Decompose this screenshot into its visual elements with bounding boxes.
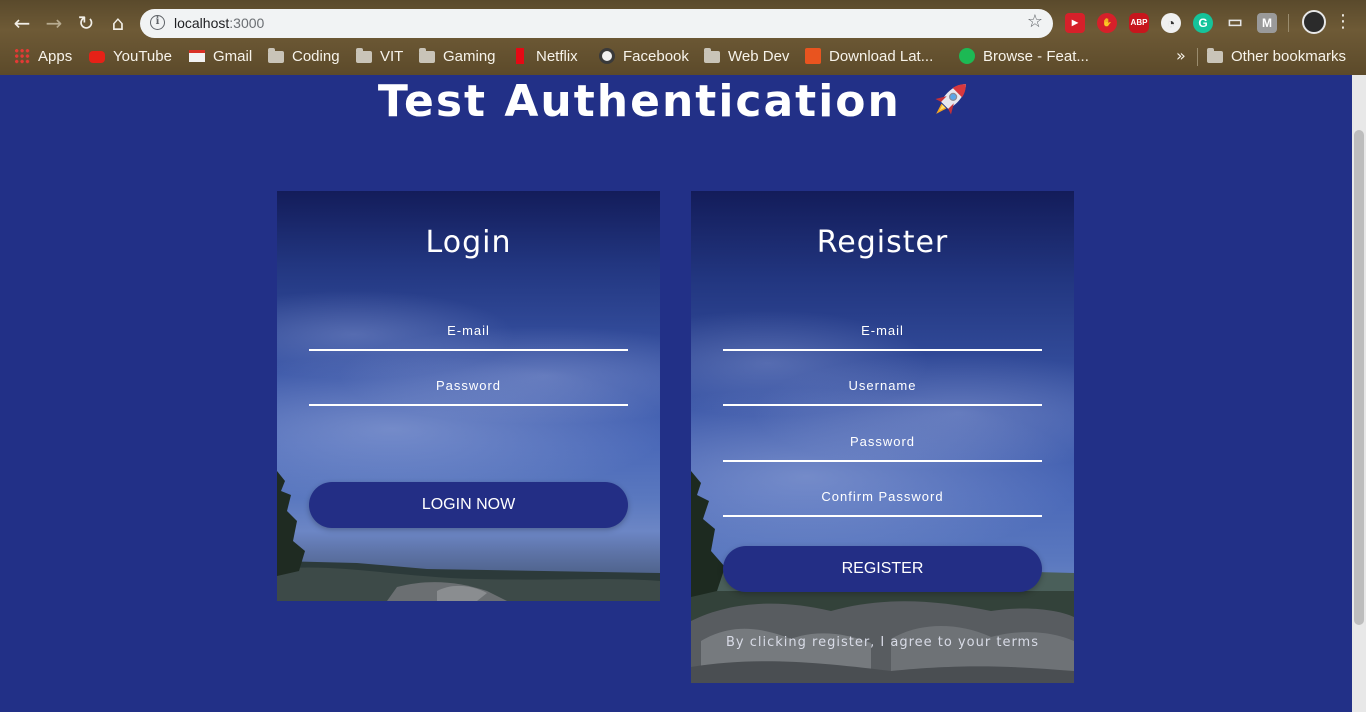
bookmark-label: Browse - Feat... <box>983 47 1089 65</box>
folder-icon <box>356 48 372 63</box>
login-password-field[interactable] <box>309 366 628 406</box>
adblock-stop-extension-icon[interactable]: ✋ <box>1097 13 1117 33</box>
bookmark-netflix[interactable]: Netflix <box>513 45 578 67</box>
bookmark-label: Coding <box>292 47 340 65</box>
register-password-input[interactable] <box>723 422 1042 460</box>
register-terms-text: By clicking register, I agree to your te… <box>726 635 1039 650</box>
spotify-icon <box>959 48 975 64</box>
address-bar[interactable]: i localhost:3000 ☆ <box>140 9 1053 38</box>
cast-extension-icon[interactable]: ▭ <box>1225 13 1245 33</box>
grammarly-extension-icon[interactable]: G <box>1193 13 1213 33</box>
bookmark-label: VIT <box>380 47 404 65</box>
youtube-icon <box>89 50 105 63</box>
reload-button[interactable]: ↻ <box>72 9 100 37</box>
register-title: Register <box>816 225 949 260</box>
folder-icon <box>1207 48 1223 63</box>
home-button[interactable]: ⌂ <box>104 9 132 37</box>
login-now-button[interactable]: LOGIN NOW <box>309 482 628 528</box>
back-button[interactable]: ← <box>8 9 36 37</box>
address-host: localhost <box>174 15 230 31</box>
browser-toolbar: ← → ↻ ⌂ i localhost:3000 ☆ ▶ ✋ ABP ◔ G ▭… <box>0 4 1366 42</box>
bookmark-star-icon[interactable]: ☆ <box>1027 11 1043 32</box>
login-email-input[interactable] <box>309 311 628 349</box>
folder-icon <box>268 48 284 63</box>
g-icon <box>805 48 821 64</box>
folder-icon <box>704 48 720 63</box>
folder-icon <box>419 48 435 63</box>
login-password-input[interactable] <box>309 366 628 404</box>
globe-icon <box>599 48 615 64</box>
m-extension-icon[interactable]: M <box>1257 13 1277 33</box>
bookmark-coding[interactable]: Coding <box>268 45 340 67</box>
bookmark-label: Web Dev <box>728 47 790 65</box>
more-bookmarks-chevron-icon[interactable]: » <box>1176 46 1186 65</box>
gmail-icon <box>189 50 205 62</box>
register-button[interactable]: REGISTER <box>723 546 1042 592</box>
bookmark-gmail[interactable]: Gmail <box>189 45 252 67</box>
other-bookmarks[interactable]: Other bookmarks <box>1207 45 1346 67</box>
bookmark-label: Other bookmarks <box>1231 47 1347 65</box>
screen-recorder-extension-icon[interactable]: ▶ <box>1065 13 1085 33</box>
bookmark-youtube[interactable]: YouTube <box>89 45 172 67</box>
browser-chrome: ← → ↻ ⌂ i localhost:3000 ☆ ▶ ✋ ABP ◔ G ▭… <box>0 0 1366 75</box>
login-email-field[interactable] <box>309 311 628 351</box>
bookmark-label: Gaming <box>443 47 496 65</box>
page-title: Test Authentication <box>0 76 1352 126</box>
register-email-field[interactable] <box>723 311 1042 351</box>
browser-menu-icon[interactable]: ⋮ <box>1334 12 1352 32</box>
page-title-text: Test Authentication <box>377 76 901 127</box>
register-card: Register REGISTER By clicking register, … <box>691 191 1074 683</box>
bookmark-label: Apps <box>38 47 73 65</box>
bookmark-label: Gmail <box>213 47 253 65</box>
profile-avatar[interactable] <box>1302 10 1326 34</box>
apps-grid-icon <box>14 48 30 64</box>
register-username-field[interactable] <box>723 366 1042 406</box>
abp-extension-icon[interactable]: ABP <box>1129 13 1149 33</box>
bookmark-label: Facebook <box>623 47 689 65</box>
speed-dial-extension-icon[interactable]: ◔ <box>1161 13 1181 33</box>
address-url[interactable]: localhost:3000 <box>174 15 264 31</box>
scrollbar-thumb[interactable] <box>1354 130 1364 625</box>
forward-button[interactable]: → <box>40 9 68 37</box>
bookmark-gaming[interactable]: Gaming <box>419 45 496 67</box>
register-username-input[interactable] <box>723 366 1042 404</box>
site-info-icon[interactable]: i <box>150 15 165 30</box>
register-confirm-password-field[interactable] <box>723 477 1042 517</box>
login-title: Login <box>425 225 512 260</box>
bookmark-label: Netflix <box>536 47 578 65</box>
register-password-field[interactable] <box>723 422 1042 462</box>
bookmark-web-dev[interactable]: Web Dev <box>704 45 789 67</box>
bookmarks-divider <box>1197 48 1198 66</box>
rocket-icon <box>935 84 967 115</box>
page-content: Test Authentication Login E-mail LOGIN N… <box>0 75 1352 712</box>
netflix-icon <box>516 48 524 64</box>
address-port: :3000 <box>229 15 265 31</box>
bookmark-vit[interactable]: VIT <box>356 45 403 67</box>
login-card: Login LOGIN NOW <box>277 191 660 601</box>
register-email-input[interactable] <box>723 311 1042 349</box>
bookmark-label: YouTube <box>113 47 172 65</box>
bookmark-apps[interactable]: Apps <box>14 45 72 67</box>
bookmarks-bar: Apps YouTube Gmail Coding VIT Gaming Net… <box>0 42 1366 70</box>
bookmark-label: Download Lat... <box>829 47 934 65</box>
bookmark-facebook[interactable]: Facebook <box>599 45 689 67</box>
bookmark-browse-featured[interactable]: Browse - Feat... <box>959 45 1089 67</box>
page-scrollbar[interactable] <box>1352 75 1366 712</box>
toolbar-divider <box>1288 14 1289 32</box>
register-confirm-password-input[interactable] <box>723 477 1042 515</box>
bookmark-download-latest[interactable]: Download Lat... <box>805 45 933 67</box>
